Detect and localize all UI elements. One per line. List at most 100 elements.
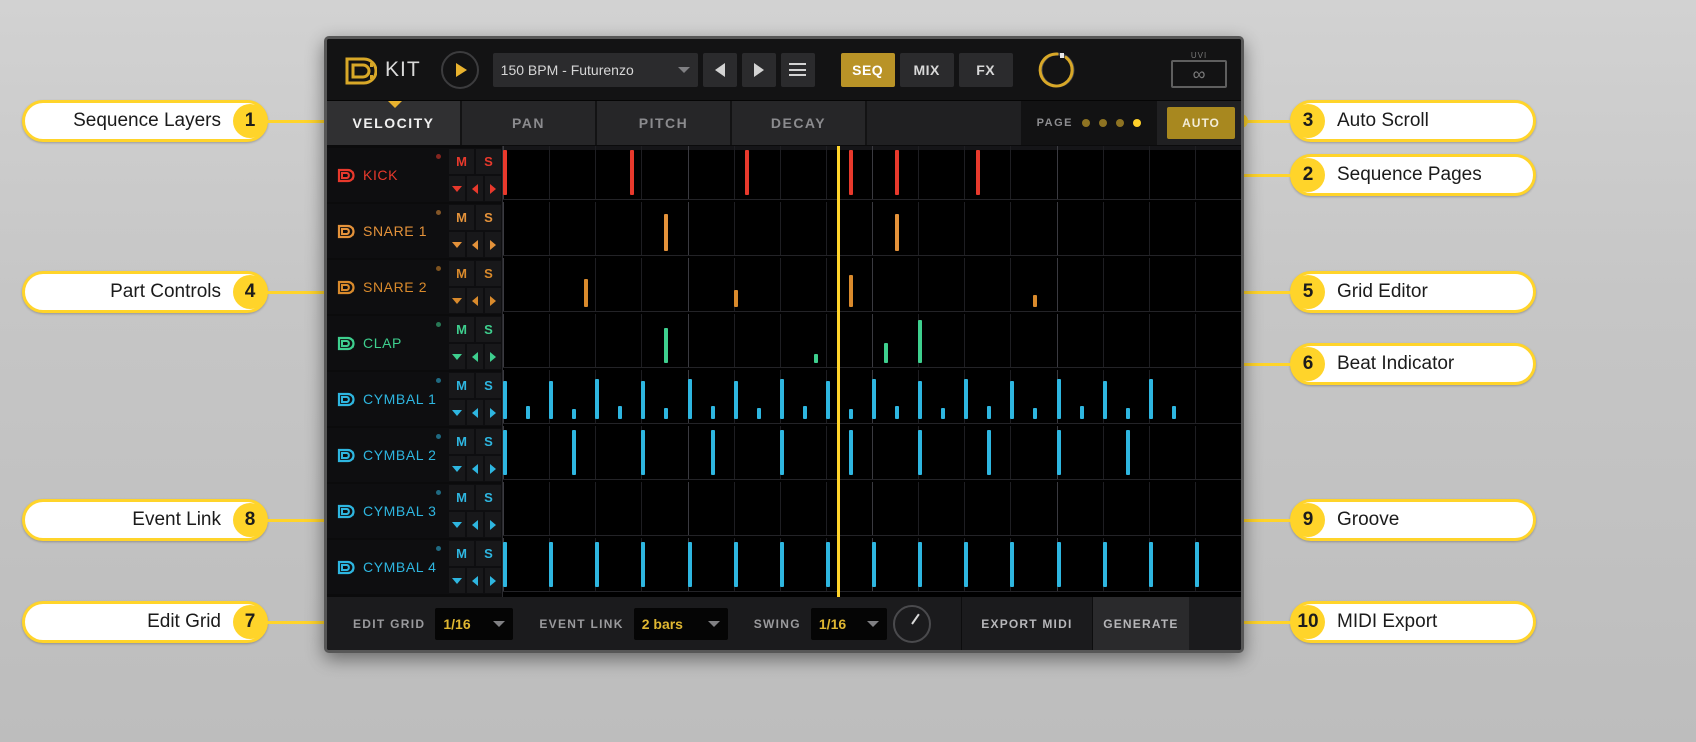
note-event[interactable] bbox=[779, 430, 784, 475]
grid-row[interactable] bbox=[503, 482, 1241, 536]
note-event[interactable] bbox=[918, 320, 923, 363]
note-event[interactable] bbox=[1056, 430, 1061, 475]
part-next-button[interactable] bbox=[485, 512, 501, 537]
part-prev-button[interactable] bbox=[467, 232, 483, 257]
master-volume-knob[interactable] bbox=[1035, 48, 1079, 92]
note-event[interactable] bbox=[1056, 542, 1061, 587]
note-event[interactable] bbox=[618, 405, 623, 419]
note-event[interactable] bbox=[629, 150, 634, 195]
note-event[interactable] bbox=[687, 542, 692, 587]
note-event[interactable] bbox=[872, 542, 876, 587]
note-event[interactable] bbox=[918, 430, 923, 475]
note-event[interactable] bbox=[733, 542, 738, 587]
note-event[interactable] bbox=[641, 430, 646, 475]
beat-indicator[interactable] bbox=[837, 146, 841, 597]
note-event[interactable] bbox=[1102, 542, 1107, 587]
part-next-button[interactable] bbox=[485, 344, 501, 369]
note-event[interactable] bbox=[503, 430, 507, 475]
grid-row[interactable] bbox=[503, 426, 1241, 480]
note-event[interactable] bbox=[883, 342, 888, 363]
part-menu-button[interactable] bbox=[449, 400, 465, 425]
note-event[interactable] bbox=[1102, 380, 1107, 419]
note-event[interactable] bbox=[825, 542, 830, 587]
part-prev-button[interactable] bbox=[467, 512, 483, 537]
note-event[interactable] bbox=[1033, 295, 1038, 307]
export-midi-button[interactable]: EXPORT MIDI bbox=[960, 597, 1092, 650]
note-event[interactable] bbox=[848, 274, 853, 307]
part-next-button[interactable] bbox=[485, 176, 501, 201]
swing-select[interactable]: 1/16 bbox=[810, 608, 887, 640]
page-dot-1[interactable] bbox=[1082, 119, 1090, 127]
note-event[interactable] bbox=[1079, 405, 1084, 419]
event-link-select[interactable]: 2 bars bbox=[633, 608, 728, 640]
grid-editor[interactable] bbox=[502, 146, 1241, 597]
note-event[interactable] bbox=[895, 150, 900, 195]
note-event[interactable] bbox=[664, 407, 669, 419]
part-solo-button[interactable]: S bbox=[476, 149, 501, 174]
part-mute-button[interactable]: M bbox=[449, 205, 474, 230]
page-dot-3[interactable] bbox=[1116, 119, 1124, 127]
note-event[interactable] bbox=[549, 380, 554, 419]
part-menu-button[interactable] bbox=[449, 232, 465, 257]
tab-velocity[interactable]: VELOCITY bbox=[327, 101, 462, 145]
note-event[interactable] bbox=[987, 405, 992, 419]
play-button[interactable] bbox=[440, 50, 479, 89]
part-mute-button[interactable]: M bbox=[449, 261, 474, 286]
note-event[interactable] bbox=[1125, 430, 1130, 475]
part-solo-button[interactable]: S bbox=[476, 261, 501, 286]
note-event[interactable] bbox=[664, 214, 669, 251]
part-solo-button[interactable]: S bbox=[476, 373, 501, 398]
tab-fx[interactable]: FX bbox=[958, 52, 1013, 87]
note-event[interactable] bbox=[848, 409, 853, 419]
part-next-button[interactable] bbox=[485, 288, 501, 313]
part-name-cell[interactable]: CYMBAL 2 bbox=[327, 428, 448, 482]
grid-row[interactable] bbox=[503, 146, 1241, 200]
part-solo-button[interactable]: S bbox=[476, 429, 501, 454]
note-event[interactable] bbox=[779, 378, 784, 419]
tab-pitch[interactable]: PITCH bbox=[597, 101, 732, 145]
note-event[interactable] bbox=[595, 542, 600, 587]
note-event[interactable] bbox=[964, 378, 969, 419]
note-event[interactable] bbox=[641, 542, 646, 587]
tab-decay[interactable]: DECAY bbox=[732, 101, 867, 145]
menu-button[interactable] bbox=[780, 52, 815, 87]
note-event[interactable] bbox=[503, 380, 507, 419]
part-next-button[interactable] bbox=[485, 456, 501, 481]
part-solo-button[interactable]: S bbox=[476, 317, 501, 342]
grid-row[interactable] bbox=[503, 370, 1241, 424]
note-event[interactable] bbox=[825, 380, 830, 419]
part-mute-button[interactable]: M bbox=[449, 373, 474, 398]
note-event[interactable] bbox=[802, 405, 807, 419]
part-solo-button[interactable]: S bbox=[476, 205, 501, 230]
grid-row[interactable] bbox=[503, 258, 1241, 312]
part-mute-button[interactable]: M bbox=[449, 317, 474, 342]
note-event[interactable] bbox=[975, 150, 980, 195]
part-menu-button[interactable] bbox=[449, 568, 465, 593]
note-event[interactable] bbox=[1056, 378, 1061, 419]
note-event[interactable] bbox=[848, 150, 853, 195]
part-mute-button[interactable]: M bbox=[449, 485, 474, 510]
note-event[interactable] bbox=[779, 542, 784, 587]
note-event[interactable] bbox=[1171, 405, 1176, 419]
note-event[interactable] bbox=[941, 407, 946, 419]
note-event[interactable] bbox=[895, 214, 900, 251]
note-event[interactable] bbox=[745, 150, 750, 195]
note-event[interactable] bbox=[733, 289, 738, 307]
note-event[interactable] bbox=[1194, 542, 1199, 587]
part-mute-button[interactable]: M bbox=[449, 429, 474, 454]
note-event[interactable] bbox=[572, 430, 577, 475]
part-prev-button[interactable] bbox=[467, 288, 483, 313]
preset-selector[interactable]: 150 BPM - Futurenzo bbox=[492, 52, 698, 87]
auto-scroll-button[interactable]: AUTO bbox=[1167, 107, 1235, 139]
part-menu-button[interactable] bbox=[449, 344, 465, 369]
tab-seq[interactable]: SEQ bbox=[840, 52, 895, 87]
note-event[interactable] bbox=[1033, 407, 1038, 419]
note-event[interactable] bbox=[918, 380, 923, 419]
grid-row[interactable] bbox=[503, 202, 1241, 256]
note-event[interactable] bbox=[1148, 542, 1153, 587]
part-next-button[interactable] bbox=[485, 232, 501, 257]
note-event[interactable] bbox=[733, 380, 738, 419]
note-event[interactable] bbox=[814, 354, 819, 363]
groove-knob[interactable] bbox=[892, 605, 931, 643]
note-event[interactable] bbox=[872, 378, 876, 419]
